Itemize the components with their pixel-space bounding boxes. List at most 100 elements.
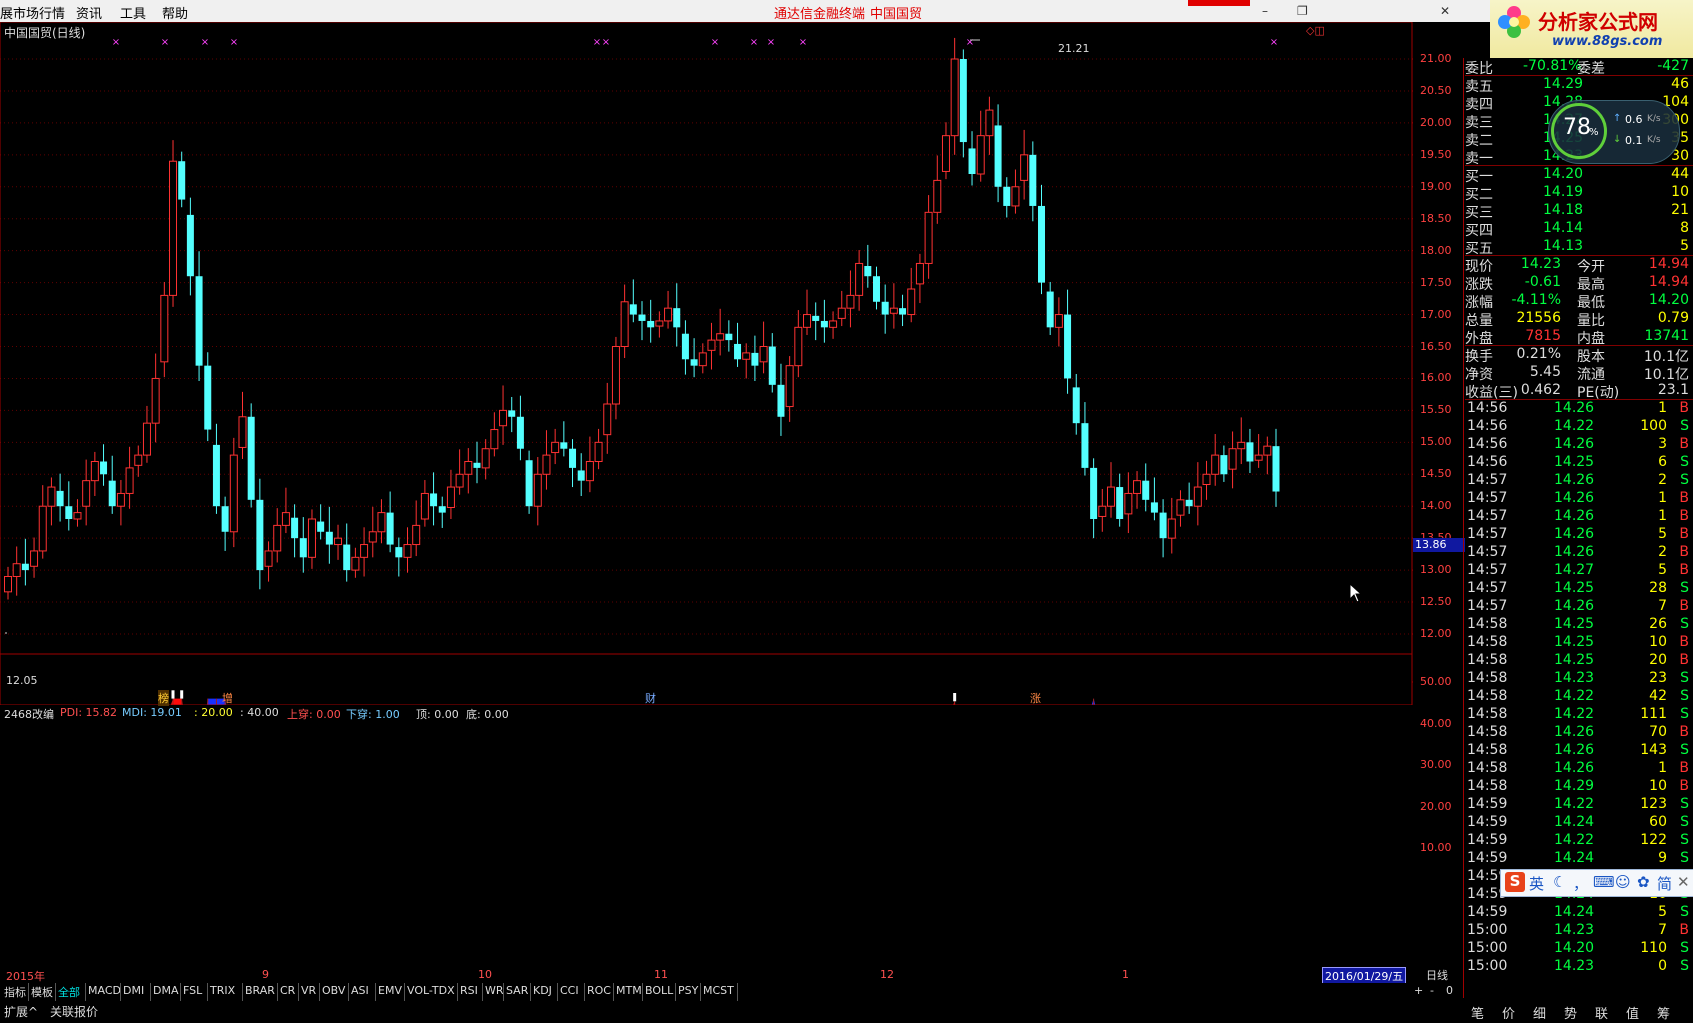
- period-label[interactable]: 日线: [1426, 967, 1448, 983]
- panel-switch-4[interactable]: 联: [1595, 1003, 1608, 1022]
- moon-icon[interactable]: ☾: [1553, 873, 1566, 891]
- event-marker-zeng[interactable]: 增: [222, 690, 233, 706]
- menu-help[interactable]: 帮助: [162, 3, 188, 22]
- tab-cr[interactable]: CR: [280, 984, 295, 997]
- tick-volume: 10: [1649, 778, 1667, 794]
- tab-rsi[interactable]: RSI: [460, 984, 478, 997]
- tab-指标[interactable]: 指标: [4, 984, 26, 1000]
- brand-banner[interactable]: 分析家公式网 www.88gs.com: [1490, 0, 1693, 58]
- tab-boll[interactable]: BOLL: [645, 984, 673, 997]
- tick-row: 15:00 14.20 110 S: [1465, 940, 1693, 958]
- candle-body-down: [516, 416, 524, 449]
- zoom-control[interactable]: +: [1414, 984, 1423, 997]
- tab-cci[interactable]: CCI: [560, 984, 579, 997]
- quote-row: 涨幅 -4.11% 最低 14.20: [1465, 292, 1693, 311]
- tab-vr[interactable]: VR: [301, 984, 316, 997]
- tab-trix[interactable]: TRIX: [210, 984, 235, 997]
- panel-switch-6[interactable]: 筹: [1657, 1003, 1670, 1022]
- candle-body-up: [281, 512, 290, 526]
- candle-body-down: [864, 266, 872, 277]
- ime-punct[interactable]: ，: [1573, 873, 1588, 894]
- tab-mcst[interactable]: MCST: [703, 984, 734, 997]
- tab-全部[interactable]: 全部: [58, 984, 80, 1000]
- quote-label: 涨跌: [1465, 277, 1493, 293]
- sogou-icon[interactable]: S: [1505, 872, 1525, 892]
- tab-asi[interactable]: ASI: [351, 984, 369, 997]
- price-tick-label: 20.00: [1420, 115, 1452, 129]
- candle-body-up: [1098, 505, 1107, 517]
- price-tick-label: 19.50: [1420, 147, 1452, 161]
- indicator-name[interactable]: 2468改编: [4, 706, 54, 722]
- tick-row: 14:58 14.26 143 S: [1465, 742, 1693, 760]
- panel-switch-1[interactable]: 价: [1502, 1003, 1515, 1022]
- quote-value-2: 14.94: [1648, 256, 1689, 272]
- tick-side: S: [1680, 472, 1689, 488]
- signal-x-marker: ×: [750, 37, 758, 48]
- kline-chart-area[interactable]: × × × × × × × × × × × × 中国国贸(日线) 21.21 12.05 ◇◫: [0, 22, 1413, 705]
- tick-side: S: [1680, 904, 1689, 920]
- event-marker-bang[interactable]: 榜: [158, 690, 169, 706]
- tab-psy[interactable]: PSY: [678, 984, 698, 997]
- emoji-icon[interactable]: ☺: [1615, 873, 1631, 891]
- tab-macd[interactable]: MACD: [88, 984, 121, 997]
- event-marker-zhang[interactable]: 涨: [1030, 690, 1041, 706]
- tab-dma[interactable]: DMA: [153, 984, 179, 997]
- chart-option-icons[interactable]: ◇◫: [1306, 24, 1325, 37]
- candle-body-down: [560, 442, 568, 449]
- minimize-icon[interactable]: –: [1262, 4, 1268, 18]
- menu-tools[interactable]: 工具: [120, 3, 146, 22]
- tick-side: S: [1680, 832, 1689, 848]
- expand-button[interactable]: 扩展^: [4, 1003, 38, 1020]
- network-speed-widget[interactable]: 78 % ↑ 0.6 K/s ↓ 0.1 K/s: [1548, 100, 1680, 164]
- quote-value: -4.11%: [1511, 292, 1561, 308]
- tab-模板[interactable]: 模板: [31, 984, 53, 1000]
- zoom-control[interactable]: -: [1430, 984, 1434, 997]
- fund-label: 换手: [1465, 349, 1493, 365]
- panel-switch-0[interactable]: 笔: [1471, 1003, 1484, 1022]
- skin-icon[interactable]: ✿: [1637, 873, 1650, 891]
- tab-fsl[interactable]: FSL: [183, 984, 202, 997]
- tick-side: B: [1679, 724, 1689, 740]
- price-tick-label: 13.00: [1420, 563, 1452, 577]
- candle-body-down: [317, 521, 325, 532]
- tab-wr[interactable]: WR: [485, 984, 504, 997]
- quote-value-2: 14.20: [1648, 292, 1689, 308]
- panel-switch-5[interactable]: 值: [1626, 1003, 1639, 1022]
- tab-brar[interactable]: BRAR: [245, 984, 275, 997]
- menu-market[interactable]: 展市场行情: [0, 3, 65, 22]
- tab-vol-tdx[interactable]: VOL-TDX: [407, 984, 455, 997]
- restore-icon[interactable]: ❐: [1297, 4, 1308, 18]
- signal-x-marker: ×: [593, 37, 601, 48]
- zoom-control[interactable]: 0: [1446, 984, 1453, 997]
- x-label-1: 1: [1122, 968, 1129, 981]
- candle-body-up: [907, 288, 916, 316]
- event-marker-cai[interactable]: 财: [645, 690, 656, 706]
- tab-mtm[interactable]: MTM: [616, 984, 642, 997]
- tick-time: 14:58: [1467, 634, 1508, 650]
- panel-switch-2[interactable]: 细: [1533, 1003, 1546, 1022]
- tab-dmi[interactable]: DMI: [123, 984, 144, 997]
- candle-body-up: [855, 262, 864, 296]
- fund-value-2: 23.1: [1657, 382, 1689, 398]
- tab-sar[interactable]: SAR: [506, 984, 528, 997]
- tab-kdj[interactable]: KDJ: [533, 984, 552, 997]
- candle-body-up: [229, 454, 238, 533]
- menu-news[interactable]: 资讯: [76, 3, 102, 22]
- panel-switch-3[interactable]: 势: [1564, 1003, 1577, 1022]
- tab-roc[interactable]: ROC: [587, 984, 611, 997]
- price-tick-label: 17.00: [1420, 307, 1452, 321]
- close-icon[interactable]: ✕: [1440, 4, 1450, 18]
- candle-body-up: [1020, 154, 1029, 181]
- ime-toolbar[interactable]: S 英 ☾ ， ⌨ ☺ ✿ 简 ✕: [1500, 869, 1693, 897]
- ime-simplified[interactable]: 简: [1657, 873, 1672, 894]
- candle-body-up: [1054, 314, 1063, 328]
- keyboard-icon[interactable]: ⌨: [1593, 873, 1615, 891]
- ime-lang[interactable]: 英: [1529, 873, 1544, 894]
- tick-volume: 60: [1649, 814, 1667, 830]
- tab-emv[interactable]: EMV: [378, 984, 402, 997]
- ime-close-icon[interactable]: ✕: [1677, 873, 1690, 891]
- tab-obv[interactable]: OBV: [322, 984, 345, 997]
- tab-separator: [404, 983, 405, 1001]
- candle-body-down: [343, 544, 351, 571]
- related-quote-button[interactable]: 关联报价: [50, 1003, 98, 1020]
